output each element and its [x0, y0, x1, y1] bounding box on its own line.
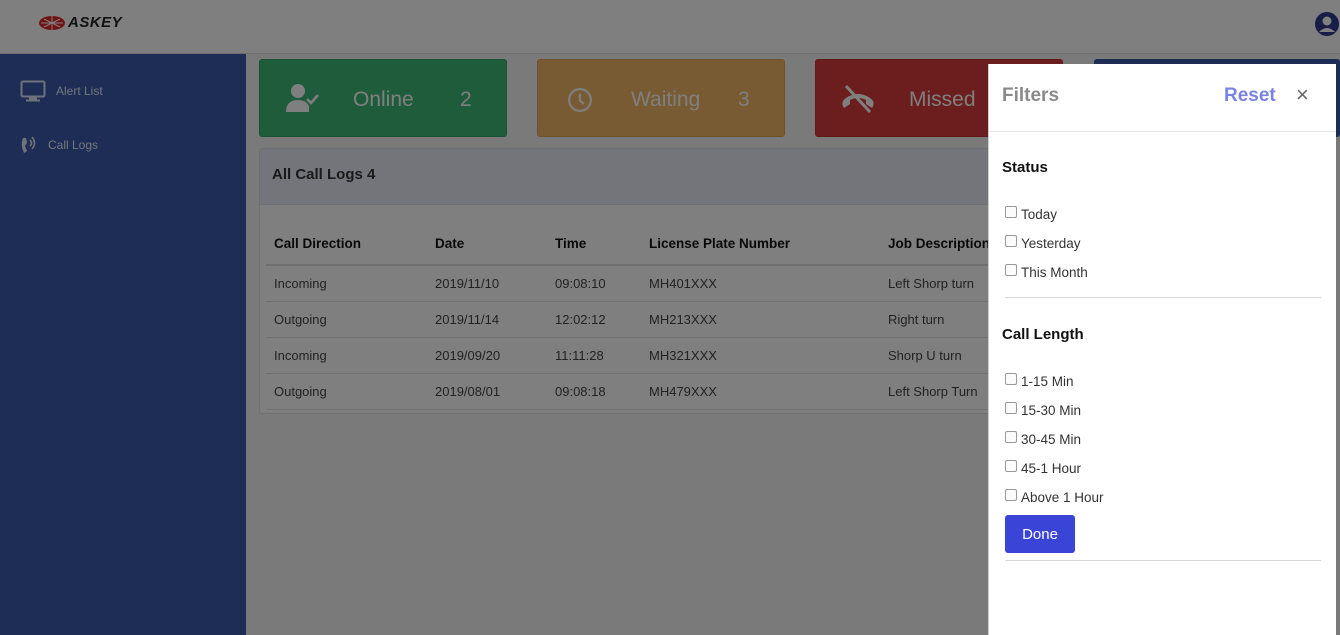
checkbox-box[interactable]	[1005, 459, 1017, 472]
checkbox-box[interactable]	[1005, 234, 1017, 247]
divider	[1005, 560, 1321, 561]
checkbox-label: 15-30 Min	[1021, 403, 1082, 418]
checkbox-this-month[interactable]: This Month	[1005, 263, 1088, 280]
checkbox-label: Above 1 Hour	[1021, 490, 1104, 505]
status-section-title: Status	[1002, 159, 1048, 176]
checkbox-label: 45-1 Hour	[1021, 461, 1082, 476]
checkbox-box[interactable]	[1005, 372, 1017, 385]
divider	[1005, 297, 1321, 298]
checkbox-box[interactable]	[1005, 401, 1017, 414]
checkbox-45-1-hour[interactable]: 45-1 Hour	[1005, 459, 1082, 476]
checkbox-label: Yesterday	[1021, 236, 1081, 251]
checkbox-yesterday[interactable]: Yesterday	[1005, 234, 1081, 251]
filters-header: Filters Reset ×	[989, 64, 1336, 132]
filters-title: Filters	[1002, 85, 1060, 106]
reset-button[interactable]: Reset	[1224, 85, 1276, 107]
done-button[interactable]: Done	[1005, 515, 1075, 553]
checkbox-box[interactable]	[1005, 205, 1017, 218]
checkbox-today[interactable]: Today	[1005, 205, 1058, 222]
call-length-section-title: Call Length	[1002, 326, 1084, 343]
checkbox-label: 30-45 Min	[1021, 432, 1082, 447]
checkbox-above-1-hour[interactable]: Above 1 Hour	[1005, 488, 1104, 505]
filters-drawer: Filters Reset × Status Today Yesterday T…	[988, 64, 1336, 635]
checkbox-label: This Month	[1021, 265, 1088, 280]
checkbox-1-15-min[interactable]: 1-15 Min	[1005, 372, 1074, 389]
checkbox-box[interactable]	[1005, 263, 1017, 276]
checkbox-15-30-min[interactable]: 15-30 Min	[1005, 401, 1082, 418]
checkbox-label: 1-15 Min	[1021, 374, 1074, 389]
checkbox-30-45-min[interactable]: 30-45 Min	[1005, 430, 1082, 447]
checkbox-label: Today	[1021, 207, 1058, 222]
checkbox-box[interactable]	[1005, 430, 1017, 443]
checkbox-box[interactable]	[1005, 488, 1017, 501]
close-icon[interactable]: ×	[1296, 82, 1309, 108]
